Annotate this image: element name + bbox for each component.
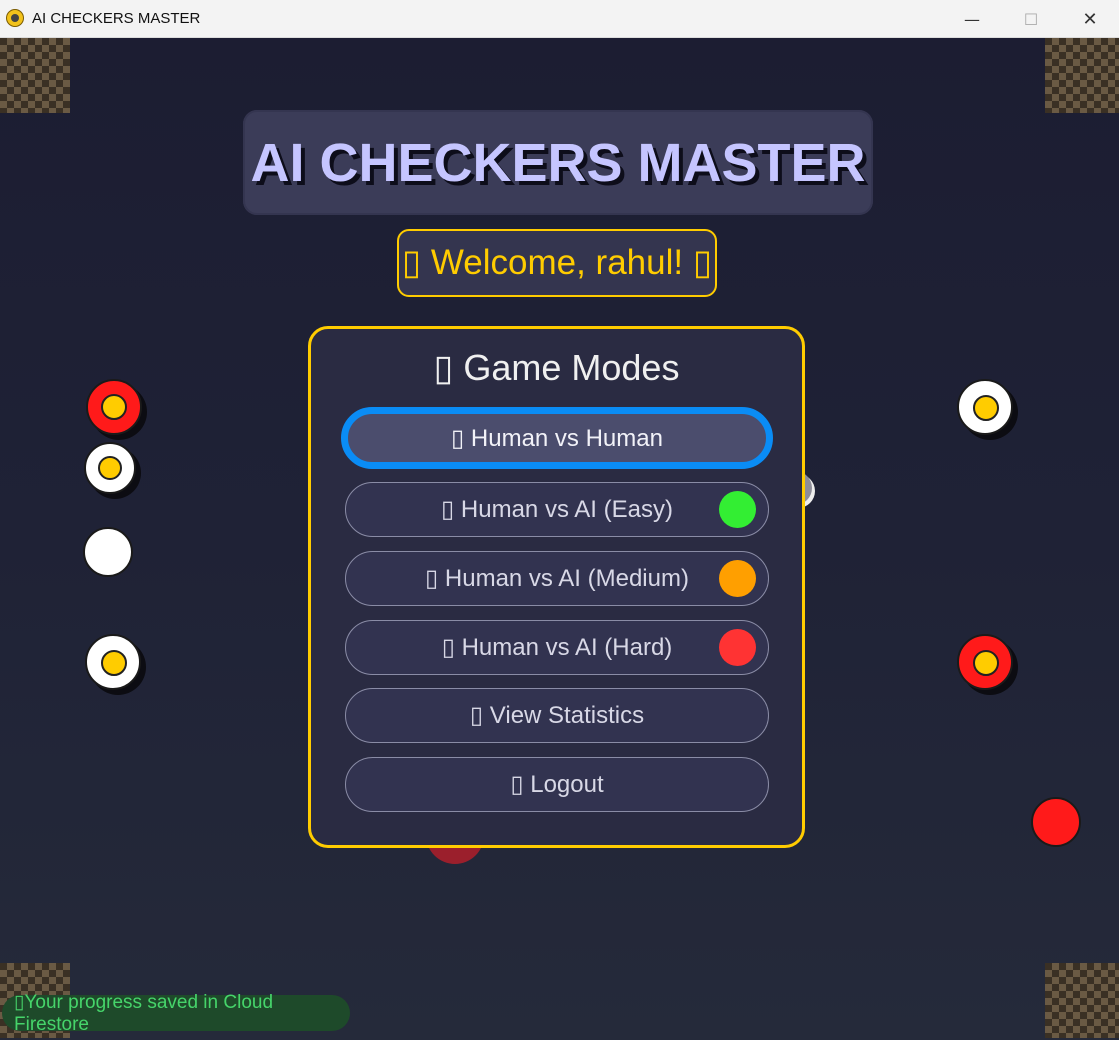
game-modes-title: ▯ Game Modes [433,347,680,388]
white-king-piece [85,634,141,690]
red-piece [1031,797,1081,847]
logout-button[interactable]: ▯ Logout [345,757,769,812]
hard-indicator-dot [719,629,756,666]
mode-label: ▯ Human vs Human [451,424,663,452]
easy-indicator-dot [719,491,756,528]
human-vs-human-button[interactable]: ▯ Human vs Human [341,407,773,469]
title-panel: AI CHECKERS MASTER [243,110,873,215]
minimize-button[interactable]: — [943,0,1001,38]
welcome-banner: ▯ Welcome, rahul! ▯ [397,229,717,297]
maximize-button[interactable]: ☐ [1002,0,1060,38]
red-king-piece [86,379,142,435]
mode-label: ▯ View Statistics [469,702,645,729]
close-button[interactable]: ✕ [1061,0,1119,38]
red-king-piece [957,634,1013,690]
view-statistics-button[interactable]: ▯ View Statistics [345,688,769,743]
game-canvas: AI CHECKERS MASTER ▯ Welcome, rahul! ▯ ▯… [0,38,1119,1040]
cloud-save-status: ▯Your progress saved in Cloud Firestore [2,992,350,1035]
checker-pattern-decoration [1045,38,1119,113]
mode-label: ▯ Human vs AI (Hard) [441,634,673,661]
mode-label: ▯ Human vs AI (Easy) [441,496,673,523]
human-vs-ai-easy-button[interactable]: ▯ Human vs AI (Easy) [345,482,769,537]
medium-indicator-dot [719,560,756,597]
checker-pattern-decoration [0,38,70,113]
checker-pattern-decoration [1045,963,1119,1038]
human-vs-ai-medium-button[interactable]: ▯ Human vs AI (Medium) [345,551,769,606]
pygame-app-icon [6,9,24,27]
mode-label: ▯ Human vs AI (Medium) [425,565,689,592]
white-king-piece [957,379,1013,435]
mode-label: ▯ Logout [510,771,604,798]
window-titlebar: AI CHECKERS MASTER — ☐ ✕ [0,0,1119,38]
window-title: AI CHECKERS MASTER [32,10,201,27]
game-title: AI CHECKERS MASTER [250,132,866,193]
white-piece [83,527,133,577]
human-vs-ai-hard-button[interactable]: ▯ Human vs AI (Hard) [345,620,769,675]
white-king-piece [84,442,136,494]
